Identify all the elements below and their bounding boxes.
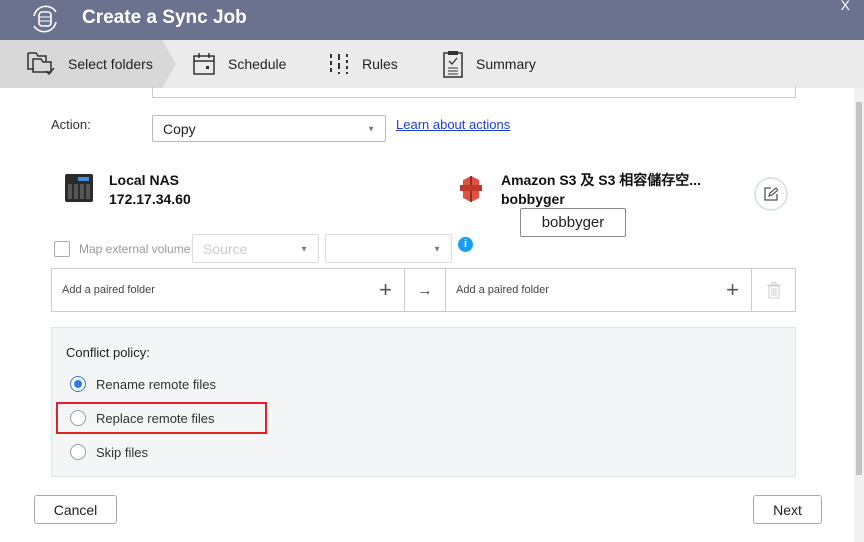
destination-name: Amazon S3 及 S3 相容儲存空...	[501, 172, 701, 188]
action-select[interactable]: Copy ▼	[152, 115, 386, 142]
window-title: Create a Sync Job	[82, 7, 247, 28]
close-button[interactable]: X	[841, 0, 850, 13]
destination-folder-placeholder: Add a paired folder	[456, 284, 549, 296]
step-rules[interactable]: Rules	[328, 40, 398, 88]
step-select-folders[interactable]: Select folders	[0, 40, 176, 88]
radio-rename-remote-files[interactable]	[70, 376, 86, 392]
chevron-down-icon: ▼	[433, 244, 441, 253]
skip-files-label[interactable]: Skip files	[96, 445, 148, 460]
source-volume-select[interactable]: Source ▼	[192, 234, 319, 263]
step-schedule[interactable]: Schedule	[192, 40, 286, 88]
title-bar: Create a Sync Job X	[0, 0, 864, 40]
target-volume-select[interactable]: ▼	[325, 234, 452, 263]
chevron-down-icon: ▼	[367, 124, 375, 133]
source-name: Local NAS	[109, 172, 180, 188]
rename-remote-files-label[interactable]: Rename remote files	[96, 377, 216, 392]
chevron-down-icon: ▼	[300, 244, 308, 253]
amazon-s3-icon	[460, 176, 482, 202]
scrollbar-thumb[interactable]	[856, 102, 862, 475]
sliders-icon	[330, 54, 348, 74]
clipboard-icon	[443, 51, 463, 78]
info-icon[interactable]: i	[458, 237, 473, 252]
step-label: Schedule	[228, 56, 287, 72]
next-button[interactable]: Next	[753, 495, 822, 524]
paired-folder-row: Add a paired folder + → Add a paired fol…	[51, 268, 796, 312]
arrow-right-icon: →	[404, 269, 446, 311]
step-label: Rules	[362, 56, 398, 72]
cancel-button[interactable]: Cancel	[34, 495, 117, 524]
previous-field	[152, 86, 796, 98]
radio-skip-files[interactable]	[70, 444, 86, 460]
action-label: Action:	[51, 117, 91, 132]
action-value: Copy	[163, 120, 196, 137]
plus-icon[interactable]: +	[379, 277, 392, 303]
step-label: Select folders	[68, 56, 153, 72]
account-tooltip: bobbyger	[520, 208, 626, 237]
delete-button[interactable]	[751, 269, 795, 311]
source-folder-cell[interactable]: Add a paired folder +	[52, 269, 404, 311]
sync-job-icon	[33, 5, 57, 33]
nas-icon	[65, 174, 93, 202]
folders-icon	[27, 52, 55, 76]
plus-icon[interactable]: +	[726, 277, 739, 303]
destination-folder-cell[interactable]: Add a paired folder +	[446, 269, 751, 311]
calendar-icon	[193, 53, 215, 75]
wizard-steps: Select folders Schedule Rules Summary	[0, 40, 864, 88]
scrollbar[interactable]	[854, 88, 864, 542]
map-external-volume-checkbox[interactable]	[54, 241, 70, 257]
source-folder-placeholder: Add a paired folder	[62, 284, 155, 296]
highlight-box	[56, 402, 267, 434]
learn-about-actions-link[interactable]: Learn about actions	[396, 117, 510, 132]
step-label: Summary	[476, 56, 536, 72]
content-area: Action: Copy ▼ Learn about actions Local …	[0, 86, 852, 542]
source-address: 172.17.34.60	[109, 191, 191, 207]
step-summary[interactable]: Summary	[442, 40, 536, 88]
map-external-volume-label: Map external volume	[79, 242, 191, 256]
source-placeholder: Source	[203, 240, 248, 257]
edit-icon	[764, 187, 778, 201]
conflict-policy-title: Conflict policy:	[66, 345, 150, 360]
trash-icon	[766, 281, 781, 298]
destination-account: bobbyger	[501, 191, 565, 207]
edit-destination-button[interactable]	[754, 177, 788, 211]
